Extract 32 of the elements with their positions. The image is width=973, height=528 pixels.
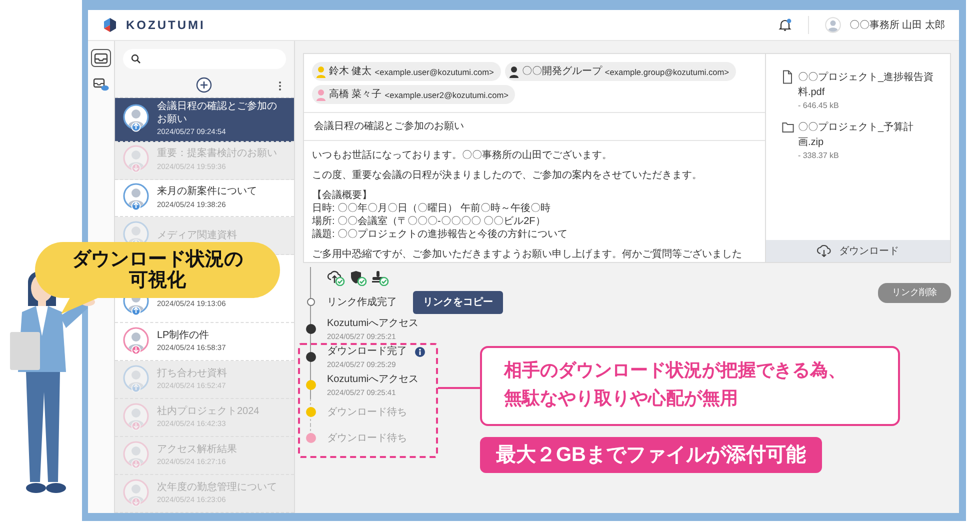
timeline-label: リンク作成完了 <box>326 296 397 310</box>
email-text: 議題: 〇〇プロジェクトの進捗報告と今後の方針について <box>312 228 569 242</box>
callout: 相手のダウンロード状況が把握できる為、無駄なやり取りや心配が無用 <box>480 346 900 426</box>
email-text: 日時: 〇〇年〇月〇日（〇曜日） 午前〇時～午後〇時 <box>312 202 552 216</box>
file-size: - 338.37 kB <box>798 150 839 162</box>
feature-label: 最大２GBまでファイルが添付可能 <box>480 437 822 473</box>
message-title: 重要：提案書検討のお願い <box>156 148 277 161</box>
message-title: 社内プロジェクト2024 <box>156 406 260 418</box>
recipient-chip: 鈴木 健太 <example.user@kozutumi.com> <box>312 62 501 82</box>
timeline-label: ダウンロード待ち <box>326 406 407 420</box>
message-title: 打ち合わせ資料 <box>156 368 227 380</box>
message-title: 会議日程の確認とご参加のお願い <box>156 101 278 126</box>
timeline-label: ダウンロード完了 <box>326 344 407 360</box>
message-title: アクセス解析結果 <box>156 444 237 456</box>
recipient-chip: 高橋 菜々子 <example.user2@kozutumi.com> <box>312 85 516 104</box>
email-text: ご多用中恐縮ですが、ご参加いただきますようお願い申し上げます。何かご質問等ございました <box>312 248 743 262</box>
timeline-label: Kozutumiへアクセス <box>326 317 419 332</box>
timeline-label: Kozutumiへアクセス <box>326 373 419 388</box>
email-text: 【会議概要】 <box>312 189 373 202</box>
email-text: この度、重要な会議の日程が決まりましたので、ご参加の案内をさせていただきます。 <box>312 169 703 182</box>
logo-text: KOZUTUMI <box>126 17 206 34</box>
email-text: 場所: 〇〇会議室（〒〇〇〇-〇〇〇〇 〇〇ビル2F） <box>312 215 546 228</box>
file-size: - 646.45 kB <box>798 100 839 112</box>
message-title: メディア関連資料 <box>156 230 237 242</box>
recipient-chip: 〇〇開発グループ <example.group@kozutumi.com> <box>504 62 736 82</box>
message-title: 次年度の勤怠管理について <box>156 482 277 494</box>
message-title: LP制作の件 <box>156 330 210 342</box>
timeline-label: ダウンロード待ち <box>326 432 407 446</box>
user-name: 〇〇事務所 山田 太郎 <box>849 18 945 33</box>
message-title: 来月の新案件について <box>156 186 257 199</box>
email-subject: 会議日程の確認とご参加のお願い <box>304 112 765 142</box>
email-text: いつもお世話になっております。〇〇事務所の山田でございます。 <box>312 149 613 162</box>
